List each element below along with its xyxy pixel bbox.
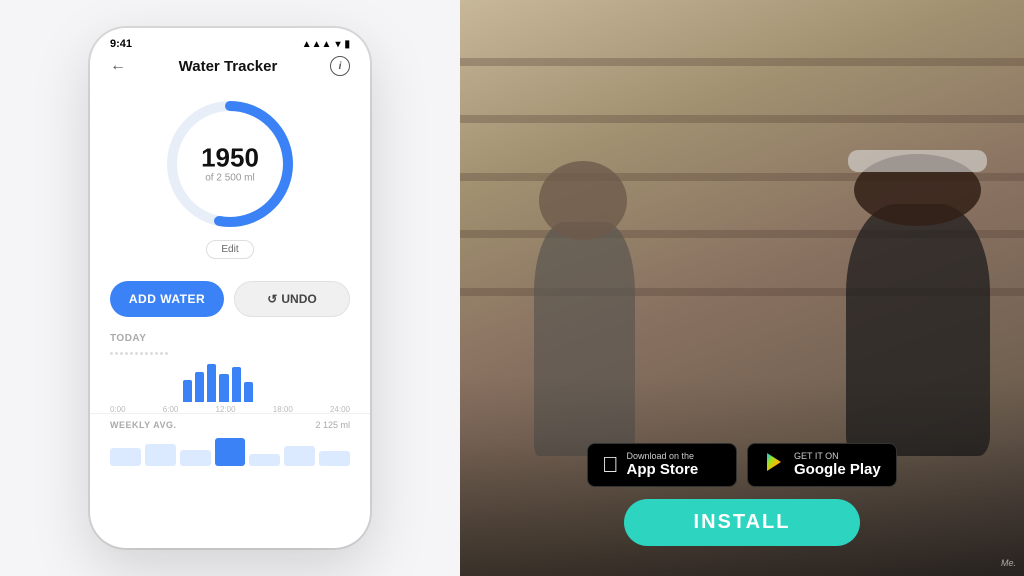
progress-ring: 1950 of 2 500 ml [160,94,300,234]
water-of-label: of 2 500 ml [201,173,259,184]
undo-button[interactable]: ↺ UNDO [234,281,350,317]
screen-title: Water Tracker [179,58,278,75]
circle-tracker: 1950 of 2 500 ml Edit [90,86,370,273]
app-store-text: Download on the App Store [627,452,699,479]
weekly-value: 2 125 ml [315,420,350,430]
time-18: 18:00 [273,405,293,414]
time-6: 6:00 [163,405,179,414]
status-icons: ▲▲▲ ▾ ▮ [302,39,350,50]
circle-text: 1950 of 2 500 ml [201,145,259,184]
weekly-bar-6 [284,446,315,466]
status-bar: 9:41 ▲▲▲ ▾ ▮ [90,28,370,56]
google-play-top-label: GET IT ON [794,452,881,461]
action-buttons: ADD WATER ↺ UNDO [90,273,370,327]
phone-mockup: 9:41 ▲▲▲ ▾ ▮ ← Water Tracker i [90,28,370,548]
edit-button[interactable]: Edit [206,240,253,259]
app-store-bottom-label: App Store [627,461,699,479]
weekly-bar-4 [215,438,246,466]
info-icon[interactable]: i [330,56,350,76]
status-time: 9:41 [110,38,132,50]
apple-icon:  [602,452,619,478]
undo-label: UNDO [281,292,316,306]
weekly-bar-5 [249,454,280,466]
app-store-button[interactable]:  Download on the App Store [587,443,737,487]
signal-icon: ▲▲▲ [302,39,332,50]
time-24: 24:00 [330,405,350,414]
google-play-text: GET IT ON Google Play [794,452,881,479]
dot-line [110,352,350,355]
today-section: TODAY [90,327,370,413]
time-12: 12:00 [216,405,236,414]
watermark: Me. [1001,558,1016,568]
weekly-bar-2 [145,444,176,466]
time-labels: 0:00 6:00 12:00 18:00 24:00 [110,405,350,414]
weekly-bar-3 [180,450,211,466]
today-chart: 0:00 6:00 12:00 18:00 24:00 [110,352,350,407]
add-water-button[interactable]: ADD WATER [110,281,224,317]
weekly-bars [110,436,350,466]
time-0: 0:00 [110,405,126,414]
install-button[interactable]: INSTALL [624,499,861,546]
play-icon [762,450,786,480]
weekly-section: WEEKLY AVG. 2 125 ml [90,413,370,472]
store-buttons:  Download on the App Store [587,443,897,487]
google-play-bottom-label: Google Play [794,461,881,479]
wifi-icon: ▾ [335,39,340,50]
undo-icon: ↺ [267,292,277,306]
weekly-label: WEEKLY AVG. [110,420,177,430]
weekly-bar-7 [319,451,350,466]
app-store-top-label: Download on the [627,452,699,461]
google-play-button[interactable]: GET IT ON Google Play [747,443,897,487]
bar-row [110,357,350,402]
battery-icon: ▮ [344,39,350,50]
today-label: TODAY [110,333,350,344]
water-amount: 1950 [201,145,259,171]
right-panel:  Download on the App Store [460,0,1024,576]
left-panel: 9:41 ▲▲▲ ▾ ▮ ← Water Tracker i [0,0,460,576]
back-arrow-icon[interactable]: ← [110,57,126,75]
cta-container:  Download on the App Store [460,443,1024,546]
phone-header: ← Water Tracker i [90,56,370,86]
weekly-header: WEEKLY AVG. 2 125 ml [110,420,350,430]
weekly-bar-1 [110,448,141,466]
